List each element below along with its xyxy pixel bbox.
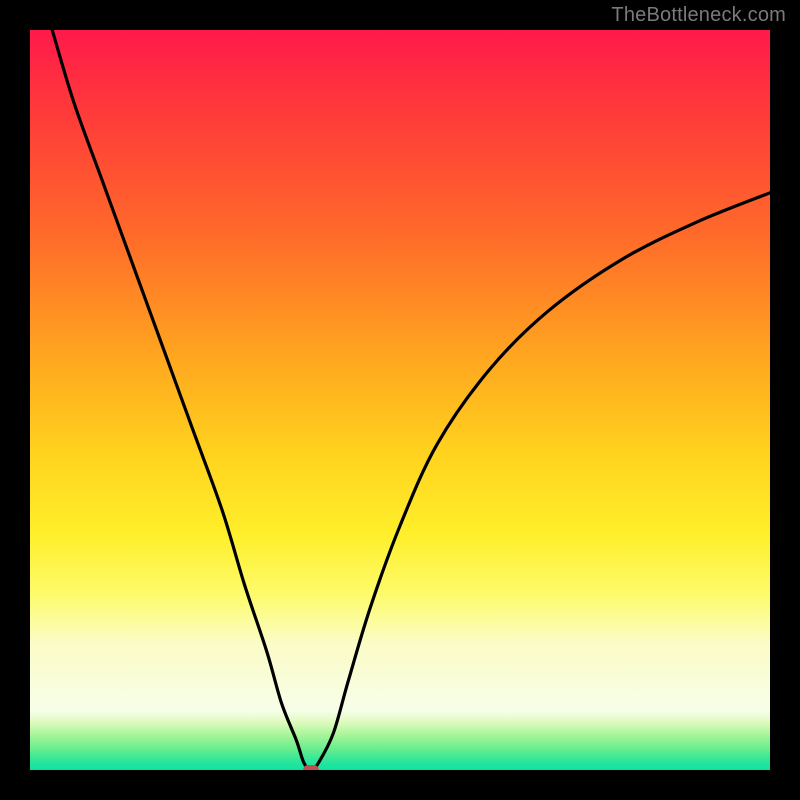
curve-svg bbox=[30, 30, 770, 770]
bottleneck-curve-path bbox=[52, 30, 770, 770]
watermark-text: TheBottleneck.com bbox=[611, 4, 786, 27]
chart-frame: TheBottleneck.com bbox=[0, 0, 800, 800]
plot-area bbox=[30, 30, 770, 770]
optimal-marker bbox=[303, 765, 319, 770]
